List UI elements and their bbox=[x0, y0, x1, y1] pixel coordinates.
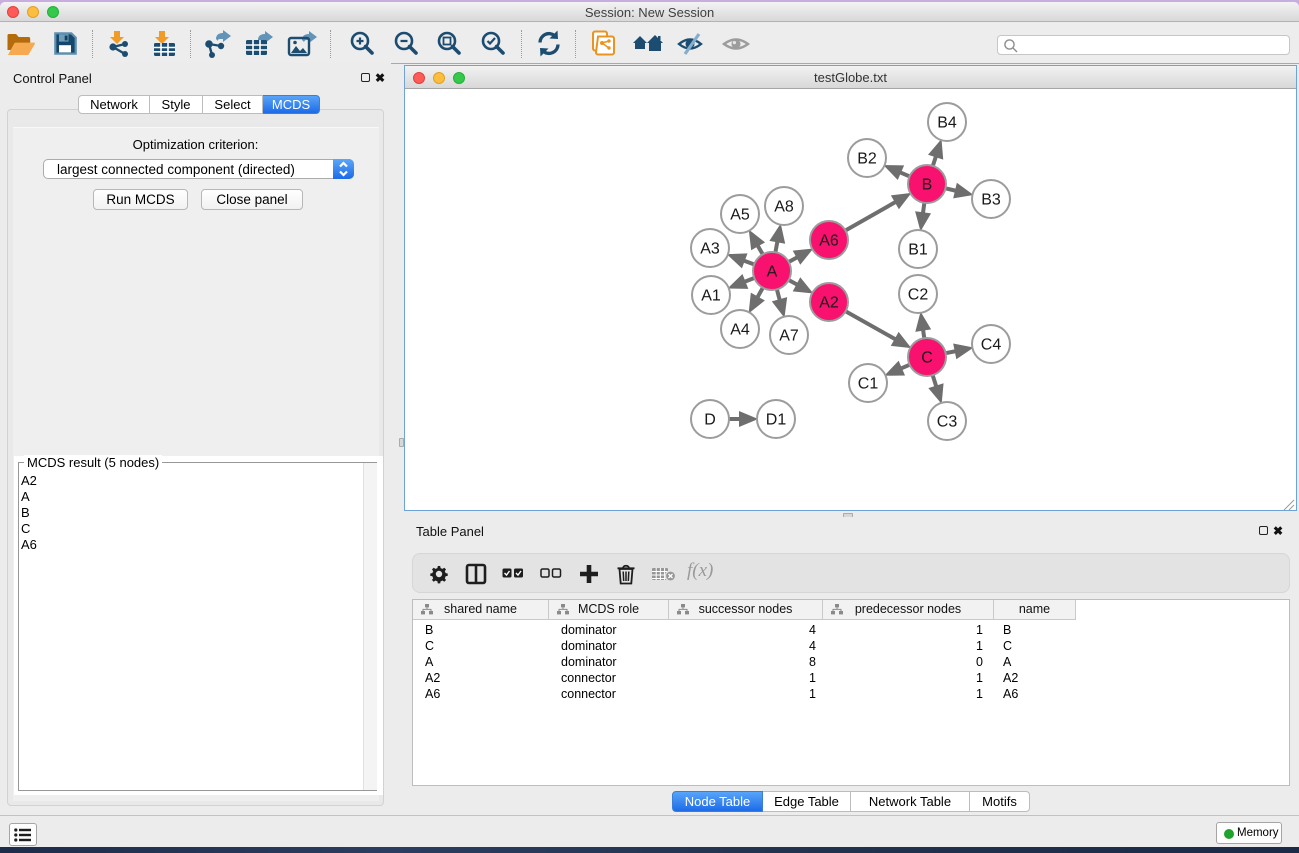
svg-text:B1: B1 bbox=[908, 242, 928, 259]
svg-text:C4: C4 bbox=[981, 337, 1002, 354]
svg-text:A7: A7 bbox=[779, 328, 799, 345]
svg-text:A4: A4 bbox=[730, 322, 750, 339]
svg-text:A3: A3 bbox=[700, 241, 720, 258]
svg-text:A1: A1 bbox=[701, 288, 721, 305]
svg-text:A2: A2 bbox=[819, 295, 839, 312]
svg-text:D: D bbox=[704, 412, 716, 429]
svg-text:A8: A8 bbox=[774, 199, 794, 216]
svg-text:A6: A6 bbox=[819, 233, 839, 250]
svg-text:C2: C2 bbox=[908, 287, 929, 304]
svg-text:A5: A5 bbox=[730, 207, 750, 224]
svg-text:A: A bbox=[767, 264, 778, 281]
svg-text:C1: C1 bbox=[858, 376, 879, 393]
svg-text:B3: B3 bbox=[981, 192, 1001, 209]
svg-text:B4: B4 bbox=[937, 115, 957, 132]
svg-text:D1: D1 bbox=[766, 412, 787, 429]
svg-text:C: C bbox=[921, 350, 933, 367]
svg-text:C3: C3 bbox=[937, 414, 958, 431]
svg-text:B: B bbox=[922, 177, 933, 194]
svg-text:B2: B2 bbox=[857, 151, 877, 168]
